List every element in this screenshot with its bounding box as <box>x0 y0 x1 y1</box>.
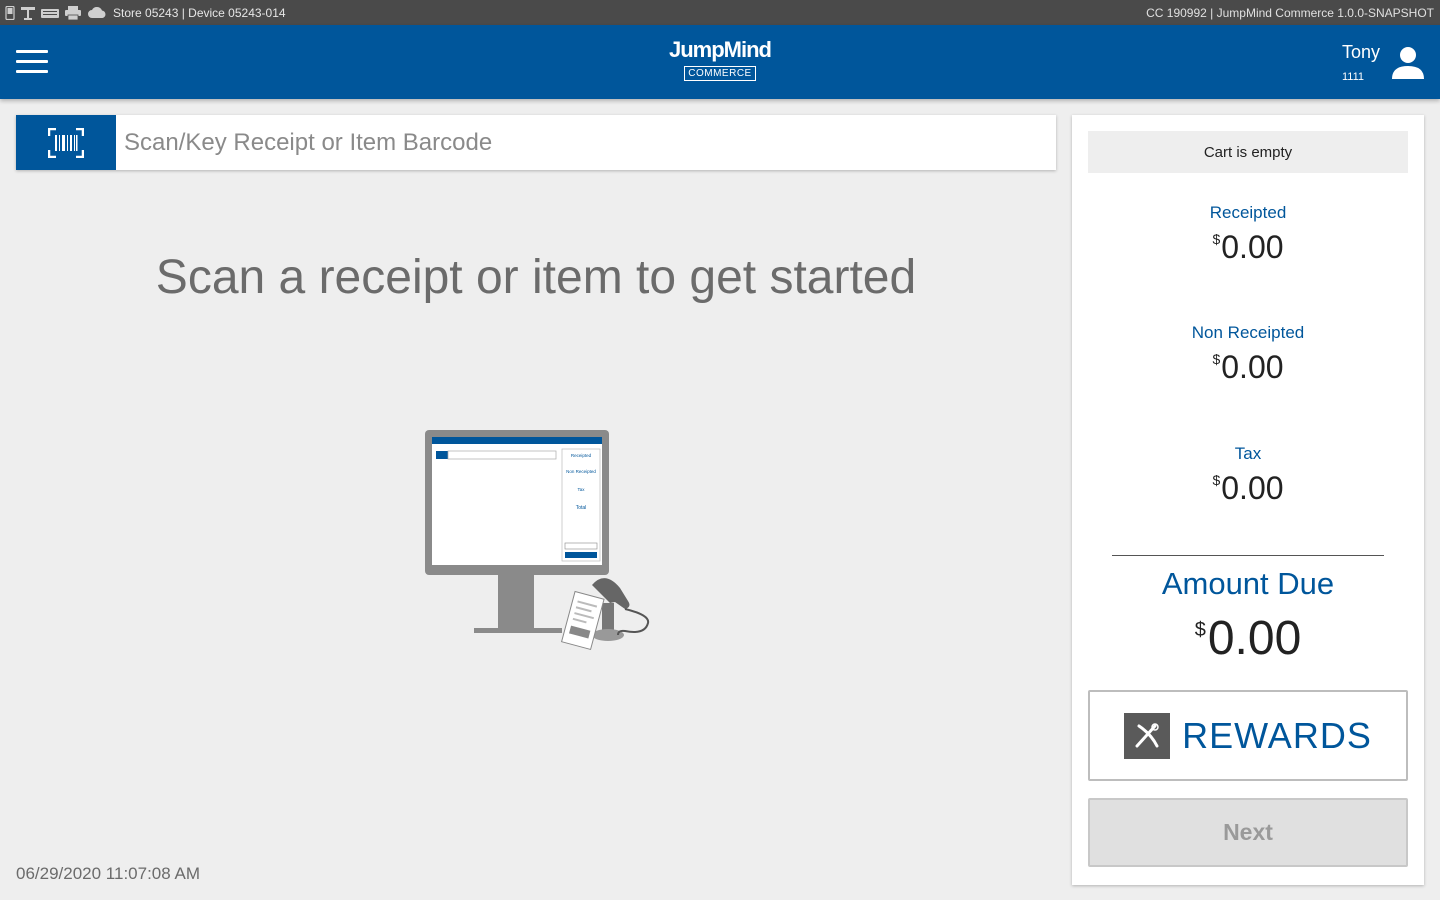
tax-total: Tax $0.00 <box>1072 444 1424 507</box>
illustration-total-label: Total <box>576 505 587 511</box>
logo-main-text: JumpMind <box>669 37 772 62</box>
illustration-tax-label: Tax <box>577 487 585 492</box>
phone-icon <box>5 5 15 20</box>
cart-status: Cart is empty <box>1088 131 1408 173</box>
scanner-illustration: Receipted Non Receipted Tax Total <box>425 430 650 651</box>
datetime-label: 06/29/2020 11:07:08 AM <box>16 864 201 883</box>
receipted-label: Receipted <box>1209 203 1287 222</box>
receipted-value: $0.00 <box>1072 229 1424 266</box>
currency-symbol: $ <box>1212 351 1221 367</box>
status-left: Store 05243 | Device 05243-014 <box>5 5 286 20</box>
next-button[interactable]: Next <box>1088 798 1408 867</box>
app-header: JumpMind COMMERCE Tony 1111 <box>0 25 1440 99</box>
totals-divider <box>1112 555 1384 556</box>
scan-button[interactable] <box>16 115 116 170</box>
cloud-icon <box>88 7 106 18</box>
non-receipted-label: Non Receipted <box>1191 323 1305 342</box>
amount-due-label: Amount Due <box>1161 566 1335 601</box>
scan-prompt: Scan a receipt or item to get started <box>155 251 917 304</box>
printer-stand-icon <box>21 6 35 20</box>
user-info[interactable]: Tony 1111 <box>1342 41 1380 83</box>
logo-sub-text: COMMERCE <box>684 66 756 81</box>
printer-icon <box>65 5 81 20</box>
hamburger-menu-icon[interactable] <box>16 50 48 74</box>
receipted-total: Receipted $0.00 <box>1072 203 1424 266</box>
jumpmind-logo: JumpMind COMMERCE <box>660 37 780 81</box>
non-receipted-value: $0.00 <box>1072 349 1424 386</box>
store-device-label: Store 05243 | Device 05243-014 <box>113 5 286 20</box>
receipted-amount: 0.00 <box>1221 229 1284 265</box>
barcode-scan-icon <box>48 127 84 158</box>
tax-amount: 0.00 <box>1221 470 1284 506</box>
amount-due-value: $0.00 <box>1072 611 1424 666</box>
tax-label: Tax <box>1234 444 1262 463</box>
version-label: CC 190992 | JumpMind Commerce 1.0.0-SNAP… <box>1146 5 1434 20</box>
status-bar: Store 05243 | Device 05243-014 CC 190992… <box>0 0 1440 25</box>
non-receipted-amount: 0.00 <box>1221 349 1284 385</box>
person-icon[interactable] <box>1390 45 1426 81</box>
illustration-receipted-label: Receipted <box>571 453 592 458</box>
illustration-non-receipted-label: Non Receipted <box>566 469 596 474</box>
amount-due-amount: 0.00 <box>1207 612 1302 665</box>
rewards-button[interactable]: REWARDS <box>1088 690 1408 781</box>
keyboard-icon <box>41 8 59 18</box>
tax-value: $0.00 <box>1072 470 1424 507</box>
rewards-label: REWARDS <box>1182 714 1372 756</box>
totals-panel: Cart is empty Receipted $0.00 Non Receip… <box>1072 115 1424 885</box>
currency-symbol: $ <box>1212 231 1221 247</box>
user-name: Tony <box>1341 42 1380 62</box>
user-id: 1111 <box>1341 71 1364 83</box>
currency-symbol: $ <box>1194 619 1206 641</box>
scan-bar <box>16 115 1056 170</box>
scan-input[interactable] <box>116 115 1056 170</box>
rewards-x-icon <box>1124 712 1171 759</box>
non-receipted-total: Non Receipted $0.00 <box>1072 323 1424 386</box>
currency-symbol: $ <box>1212 472 1221 488</box>
